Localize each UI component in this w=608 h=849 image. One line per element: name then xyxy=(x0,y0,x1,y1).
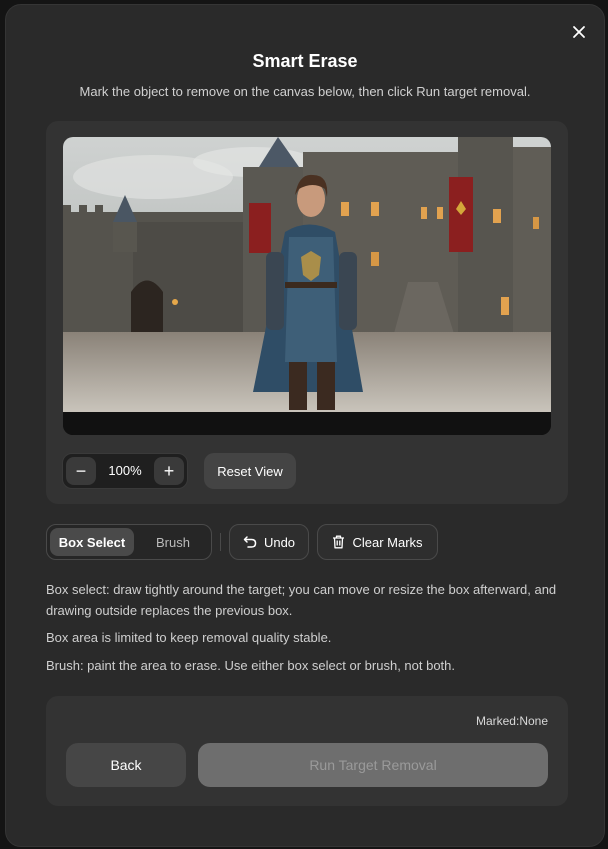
smart-erase-dialog: Smart Erase Mark the object to remove on… xyxy=(5,4,605,847)
footer-panel: Marked:None Back Run Target Removal xyxy=(46,696,568,806)
undo-button[interactable]: Undo xyxy=(229,524,309,560)
toolbar-divider xyxy=(220,533,221,551)
mode-toggle: Box Select Brush xyxy=(46,524,212,560)
clear-marks-button[interactable]: Clear Marks xyxy=(317,524,438,560)
help-box-select: Box select: draw tightly around the targ… xyxy=(46,582,557,618)
marked-value: None xyxy=(519,714,548,728)
reset-view-button[interactable]: Reset View xyxy=(204,453,296,489)
castle-knight-photo xyxy=(63,137,551,435)
zoom-level: 100% xyxy=(108,463,142,478)
canvas-panel: − 100% + Reset View xyxy=(46,121,568,504)
dialog-title: Smart Erase xyxy=(252,51,358,71)
zoom-out-button[interactable]: − xyxy=(66,457,96,485)
box-select-button[interactable]: Box Select xyxy=(50,528,134,556)
help-brush: Brush: paint the area to erase. Use eith… xyxy=(46,658,456,673)
trash-icon xyxy=(333,535,345,549)
zoom-control: − 100% + xyxy=(62,453,188,489)
marked-status: Marked:None xyxy=(476,714,548,728)
undo-label: Undo xyxy=(263,534,296,550)
clear-marks-label: Clear Marks xyxy=(352,534,423,550)
undo-icon xyxy=(243,536,257,548)
close-icon xyxy=(573,26,585,38)
marked-label: Marked: xyxy=(475,714,520,728)
close-button[interactable] xyxy=(568,21,590,43)
erase-canvas[interactable] xyxy=(63,137,551,435)
back-button[interactable]: Back xyxy=(66,743,186,787)
brush-button[interactable]: Brush xyxy=(137,528,209,556)
help-box-area: Box area is limited to keep removal qual… xyxy=(46,630,332,645)
dialog-subtitle: Mark the object to remove on the canvas … xyxy=(79,84,531,99)
run-target-removal-button[interactable]: Run Target Removal xyxy=(198,743,548,787)
zoom-in-button[interactable]: + xyxy=(154,457,184,485)
